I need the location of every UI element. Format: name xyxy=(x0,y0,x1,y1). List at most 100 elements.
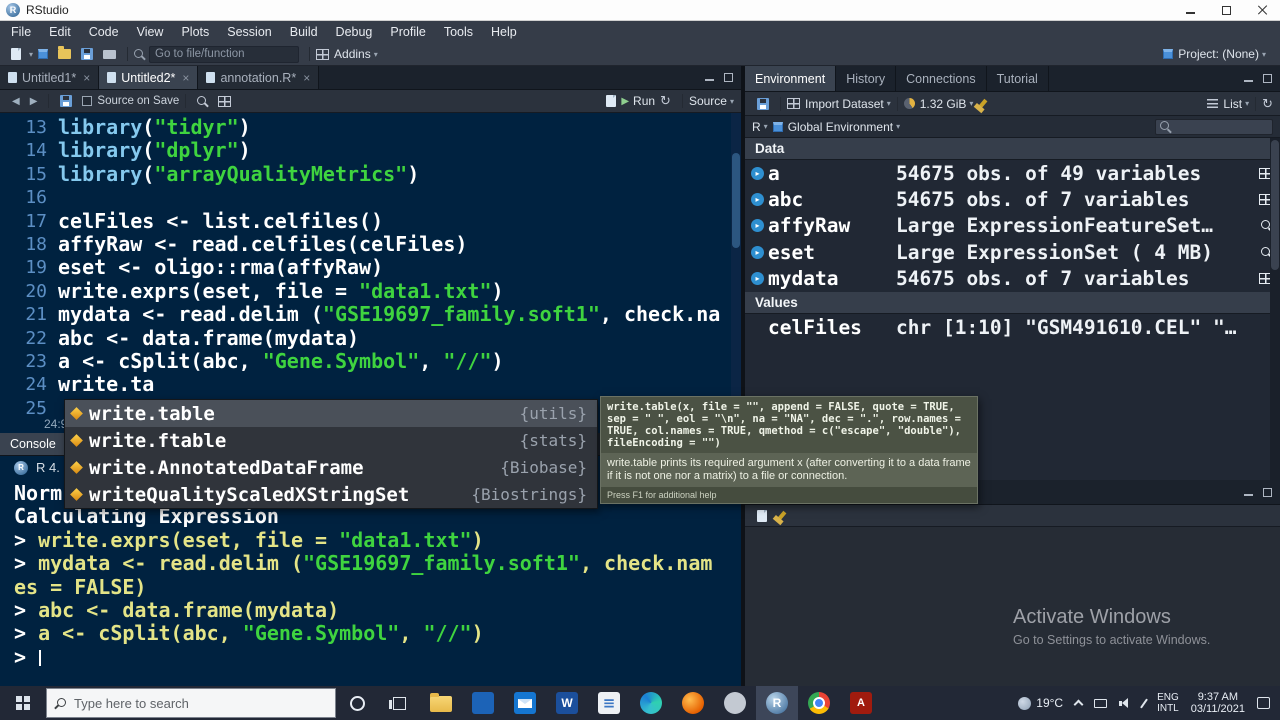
taskbar-gray-app[interactable] xyxy=(714,686,756,720)
autocomplete-item-write-table[interactable]: write.table {utils} xyxy=(65,400,597,427)
print-icon[interactable] xyxy=(103,49,117,59)
clock[interactable]: 9:37 AM 03/11/2021 xyxy=(1191,691,1245,716)
language-indicator[interactable]: ENG INTL xyxy=(1157,692,1179,714)
tab-close-icon[interactable]: × xyxy=(303,71,310,85)
env-row-celfiles[interactable]: celFiles chr [1:10] "GSM491610.CEL" "… xyxy=(745,314,1280,340)
scrollbar-thumb[interactable] xyxy=(732,153,740,248)
taskbar-mail-app[interactable] xyxy=(504,686,546,720)
environment-scope-dropdown[interactable]: Global Environment ▾ xyxy=(788,120,900,134)
run-button[interactable]: ▶ Run xyxy=(621,94,655,108)
start-button[interactable] xyxy=(0,686,46,720)
tab-close-icon[interactable]: × xyxy=(83,71,90,85)
menu-help[interactable]: Help xyxy=(482,21,526,43)
env-row-mydata[interactable]: mydata 54675 obs. of 7 variables xyxy=(745,266,1280,292)
menu-debug[interactable]: Debug xyxy=(327,21,382,43)
taskbar-search-input[interactable] xyxy=(74,695,327,711)
env-row-eset[interactable]: eset Large ExpressionSet ( 4 MB) xyxy=(745,239,1280,265)
goto-file-function-box[interactable] xyxy=(149,45,300,63)
env-row-abc[interactable]: abc 54675 obs. of 7 variables xyxy=(745,186,1280,212)
menu-plots[interactable]: Plots xyxy=(172,21,218,43)
taskbar-rstudio-app[interactable]: R xyxy=(756,686,798,720)
taskbar-file-explorer[interactable] xyxy=(420,686,462,720)
expand-icon[interactable] xyxy=(751,193,764,207)
cortana-button[interactable] xyxy=(336,686,378,720)
new-item-icon[interactable] xyxy=(757,509,767,522)
open-file-icon[interactable] xyxy=(58,46,72,59)
new-file-icon[interactable] xyxy=(11,48,21,60)
close-button[interactable] xyxy=(1244,0,1280,20)
task-view-button[interactable] xyxy=(378,686,420,720)
menu-build[interactable]: Build xyxy=(281,21,327,43)
env-row-affyraw[interactable]: affyRaw Large ExpressionFeatureSet… xyxy=(745,213,1280,239)
pen-icon[interactable] xyxy=(1140,697,1149,709)
pane-minimize-icon[interactable] xyxy=(1244,74,1253,83)
compile-report-icon[interactable] xyxy=(606,95,617,107)
import-dataset-button[interactable]: Import Dataset ▾ xyxy=(787,97,891,111)
save-icon[interactable] xyxy=(60,95,73,107)
taskbar-acrobat-app[interactable]: A xyxy=(840,686,882,720)
display-icon[interactable] xyxy=(1094,698,1108,708)
menu-edit[interactable]: Edit xyxy=(40,21,80,43)
chevron-down-icon[interactable]: ▾ xyxy=(374,50,378,59)
taskbar-word-app[interactable]: W xyxy=(546,686,588,720)
autocomplete-item-write-ftable[interactable]: write.ftable {stats} xyxy=(65,427,597,454)
pane-maximize-icon[interactable] xyxy=(1263,74,1272,83)
tab-console[interactable]: Console xyxy=(0,433,67,455)
menu-file[interactable]: File xyxy=(2,21,40,43)
menu-tools[interactable]: Tools xyxy=(435,21,482,43)
taskbar-doc-app[interactable] xyxy=(588,686,630,720)
clear-icon[interactable] xyxy=(777,510,787,521)
tab-history[interactable]: History xyxy=(836,66,897,91)
tab-close-icon[interactable]: × xyxy=(182,71,189,85)
tab-environment[interactable]: Environment xyxy=(745,66,837,91)
new-project-icon[interactable] xyxy=(38,49,49,59)
volume-icon[interactable] xyxy=(1119,697,1131,709)
pane-minimize-icon[interactable] xyxy=(1244,488,1253,497)
forward-arrow-icon[interactable]: ▶ xyxy=(30,96,38,107)
language-dropdown[interactable]: R ▾ xyxy=(752,120,768,134)
tab-tutorial[interactable]: Tutorial xyxy=(987,66,1049,91)
autocomplete-item-writequalityscaledxstringset[interactable]: writeQualityScaledXStringSet {Biostrings} xyxy=(65,481,597,508)
maximize-button[interactable] xyxy=(1208,0,1244,20)
pane-maximize-icon[interactable] xyxy=(1263,487,1272,497)
menu-profile[interactable]: Profile xyxy=(381,21,434,43)
rerun-icon[interactable] xyxy=(660,92,671,110)
expand-icon[interactable] xyxy=(751,219,764,233)
refresh-icon[interactable] xyxy=(1262,95,1273,113)
notification-center-icon[interactable] xyxy=(1257,697,1270,709)
find-replace-icon[interactable] xyxy=(197,95,208,107)
environment-scrollbar[interactable] xyxy=(1270,138,1280,480)
memory-usage-button[interactable]: 1.32 GiB ▾ xyxy=(903,97,973,111)
tab-connections[interactable]: Connections xyxy=(896,66,987,91)
editor-scrollbar[interactable] xyxy=(731,113,741,433)
save-icon[interactable] xyxy=(81,48,94,60)
chevron-down-icon[interactable]: ▾ xyxy=(29,50,33,59)
goto-file-function-input[interactable] xyxy=(155,48,294,60)
source-on-save-checkbox[interactable] xyxy=(82,96,93,106)
environment-search-input[interactable] xyxy=(1175,120,1268,133)
pane-maximize-icon[interactable] xyxy=(724,73,733,82)
menu-session[interactable]: Session xyxy=(218,21,280,43)
environment-search-box[interactable] xyxy=(1155,118,1273,135)
expand-icon[interactable] xyxy=(751,272,764,286)
taskbar-search-box[interactable] xyxy=(46,688,336,718)
back-arrow-icon[interactable]: ◀ xyxy=(12,96,20,107)
addins-button[interactable]: Addins xyxy=(334,47,371,61)
env-row-a[interactable]: a 54675 obs. of 49 variables xyxy=(745,160,1280,186)
view-mode-dropdown[interactable]: List ▾ xyxy=(1207,97,1249,111)
taskbar-blue-app[interactable] xyxy=(462,686,504,720)
expand-icon[interactable] xyxy=(751,245,764,259)
menu-view[interactable]: View xyxy=(128,21,173,43)
code-tools-icon[interactable] xyxy=(218,95,232,107)
minimize-button[interactable] xyxy=(1172,0,1208,20)
editor-tab-annotation-r[interactable]: annotation.R* × xyxy=(198,66,320,89)
weather-widget[interactable]: 19°C xyxy=(1018,696,1063,710)
taskbar-chrome-browser[interactable] xyxy=(798,686,840,720)
editor-tab-untitled2[interactable]: Untitled2* × xyxy=(99,66,199,89)
autocomplete-item-write-annotateddataframe[interactable]: write.AnnotatedDataFrame {Biobase} xyxy=(65,454,597,481)
tray-expand-icon[interactable] xyxy=(1073,699,1084,710)
expand-icon[interactable] xyxy=(751,166,764,180)
project-selector[interactable]: Project: (None) ▾ xyxy=(1163,47,1266,61)
taskbar-firefox-browser[interactable] xyxy=(672,686,714,720)
menu-code[interactable]: Code xyxy=(80,21,128,43)
